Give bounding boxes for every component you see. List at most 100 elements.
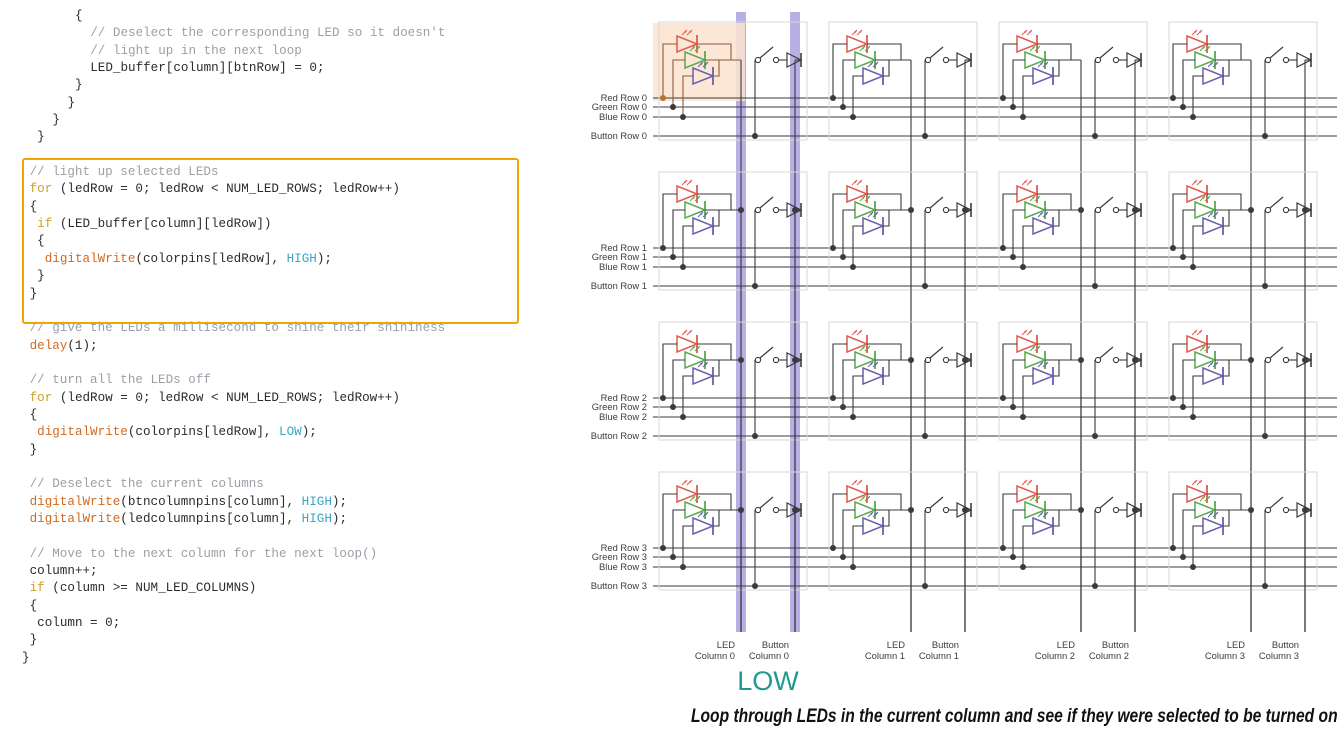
switch-lever-icon[interactable] <box>929 46 944 59</box>
switch-contact-right-icon[interactable] <box>942 56 950 64</box>
junction-dot <box>1010 254 1016 260</box>
switch-contact-right-icon[interactable] <box>942 506 950 514</box>
led-anode-wire <box>1172 43 1187 98</box>
led-symbol-blue <box>1032 516 1056 536</box>
code-line: column++; <box>22 563 522 580</box>
cell-box <box>828 471 978 591</box>
switch-contact-left-icon[interactable] <box>754 506 762 514</box>
switch-contact-right-icon[interactable] <box>772 56 780 64</box>
switch-lever-icon[interactable] <box>929 496 944 509</box>
code-token: } <box>22 650 30 665</box>
code-token: if <box>37 217 53 232</box>
led-cathode-wire <box>1207 343 1251 361</box>
switch-lever-icon[interactable] <box>1099 346 1114 359</box>
led-anode-wire <box>832 493 847 548</box>
junction-dot <box>1262 433 1268 439</box>
led-symbol-blue <box>692 216 716 236</box>
switch-contact-right-icon[interactable] <box>942 356 950 364</box>
switch-lever-icon[interactable] <box>1269 46 1284 59</box>
switch-contact-left-icon[interactable] <box>1094 206 1102 214</box>
led-symbol-green <box>684 200 708 220</box>
switch-contact-left-icon[interactable] <box>1094 506 1102 514</box>
led-symbol-red <box>1016 484 1040 504</box>
code-line: // Deselect the current columns <box>22 476 522 493</box>
switch-lever-icon[interactable] <box>1269 346 1284 359</box>
code-line: } <box>22 77 522 94</box>
switch-contact-right-icon[interactable] <box>772 356 780 364</box>
switch-contact-left-icon[interactable] <box>1094 56 1102 64</box>
led-anode-wire <box>1022 375 1033 417</box>
switch-contact-left-icon[interactable] <box>924 206 932 214</box>
switch-contact-left-icon[interactable] <box>924 56 932 64</box>
junction-dot <box>922 283 928 289</box>
led-cathode-wire <box>697 343 741 361</box>
switch-lever-icon[interactable] <box>1099 496 1114 509</box>
switch-contact-right-icon[interactable] <box>1112 206 1120 214</box>
switch-lever-icon[interactable] <box>929 196 944 209</box>
row-label: Blue Row 2 <box>599 411 647 422</box>
switch-lever-icon[interactable] <box>1099 196 1114 209</box>
code-token: { <box>29 407 38 422</box>
code-token: digitalWrite <box>37 425 128 440</box>
led-symbol-red <box>676 184 700 204</box>
junction-dot <box>850 414 856 420</box>
code-line: // light up selected LEDs <box>22 164 522 181</box>
switch-contact-left-icon[interactable] <box>754 206 762 214</box>
switch-contact-right-icon[interactable] <box>1282 356 1290 364</box>
switch-lever-icon[interactable] <box>759 196 774 209</box>
led-button-matrix-schematic: Red Row 0Green Row 0Blue Row 0Button Row… <box>591 12 1337 696</box>
led-cathode-wire <box>1223 509 1251 527</box>
code-token: delay <box>29 338 68 353</box>
switch-lever-icon[interactable] <box>1269 196 1284 209</box>
switch-contact-left-icon[interactable] <box>924 506 932 514</box>
led-anode-wire <box>682 375 693 417</box>
junction-dot <box>792 357 798 363</box>
switch-contact-left-icon[interactable] <box>754 356 762 364</box>
code-line: { <box>22 407 522 424</box>
code-token: } <box>37 130 45 145</box>
led-cathode-wire <box>1037 493 1081 511</box>
switch-lever-icon[interactable] <box>759 46 774 59</box>
switch-contact-right-icon[interactable] <box>1282 506 1290 514</box>
switch-contact-right-icon[interactable] <box>1282 206 1290 214</box>
switch-contact-left-icon[interactable] <box>1264 356 1272 364</box>
switch-contact-right-icon[interactable] <box>1112 56 1120 64</box>
led-anode-wire <box>852 225 863 267</box>
junction-dot <box>908 207 914 213</box>
switch-lever-icon[interactable] <box>1269 496 1284 509</box>
code-line: digitalWrite(colorpins[ledRow], HIGH); <box>22 251 522 268</box>
led-anode-wire <box>1172 343 1187 398</box>
junction-dot <box>1010 404 1016 410</box>
column-labels: LEDColumn 0ButtonColumn 0LEDColumn 1Butt… <box>695 639 1299 661</box>
junction-dot <box>660 245 666 251</box>
cell-box <box>998 321 1148 441</box>
switch-lever-icon[interactable] <box>929 346 944 359</box>
code-token: (colorpins[ledRow], <box>127 425 280 440</box>
code-line: { <box>22 233 522 250</box>
junction-dot <box>1132 507 1138 513</box>
switch-contact-right-icon[interactable] <box>942 206 950 214</box>
switch-contact-left-icon[interactable] <box>1094 356 1102 364</box>
junction-dot <box>1180 554 1186 560</box>
code-token: } <box>29 442 38 457</box>
switch-contact-left-icon[interactable] <box>1264 56 1272 64</box>
switch-contact-left-icon[interactable] <box>1264 506 1272 514</box>
switch-contact-right-icon[interactable] <box>1282 56 1290 64</box>
switch-contact-right-icon[interactable] <box>1112 506 1120 514</box>
led-cathode-wire <box>883 359 911 377</box>
switch-contact-left-icon[interactable] <box>1264 206 1272 214</box>
matrix-cells <box>658 21 1318 632</box>
switch-contact-left-icon[interactable] <box>924 356 932 364</box>
column-label-line2: Column 1 <box>865 650 905 661</box>
switch-contact-right-icon[interactable] <box>772 206 780 214</box>
switch-contact-right-icon[interactable] <box>772 506 780 514</box>
switch-lever-icon[interactable] <box>1099 46 1114 59</box>
switch-lever-icon[interactable] <box>759 496 774 509</box>
column-label-line2: Column 0 <box>695 650 735 661</box>
switch-lever-icon[interactable] <box>759 346 774 359</box>
source-code-block[interactable]: {// Deselect the corresponding LED so it… <box>22 8 522 667</box>
junction-dot <box>752 133 758 139</box>
switch-contact-right-icon[interactable] <box>1112 356 1120 364</box>
led-symbol-blue <box>1032 216 1056 236</box>
switch-contact-left-icon[interactable] <box>754 56 762 64</box>
